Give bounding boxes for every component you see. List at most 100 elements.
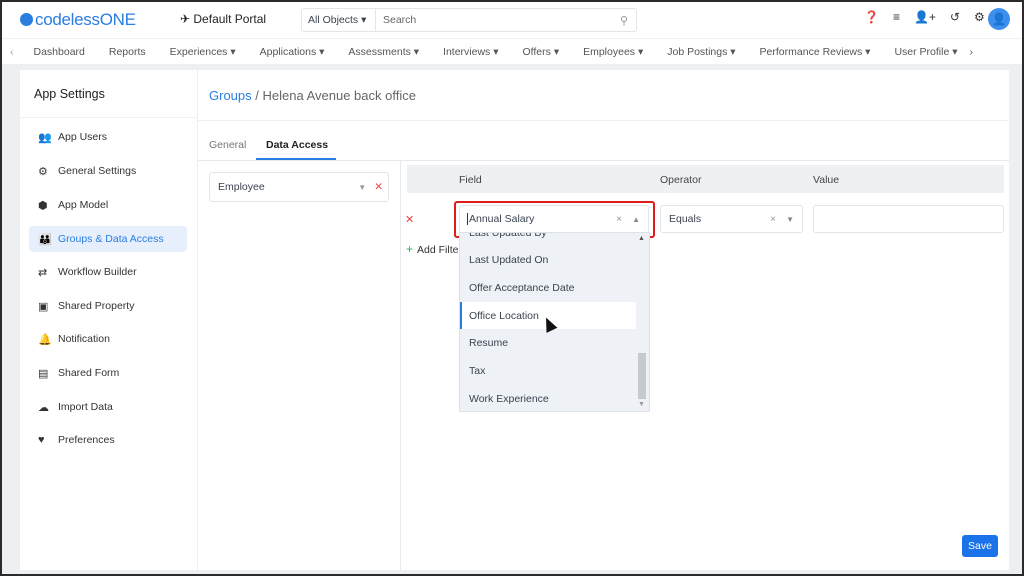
nav-job-postings[interactable]: Job Postings ▾ — [655, 46, 747, 58]
nav-interviews[interactable]: Interviews ▾ — [431, 46, 510, 58]
sidebar-item-shared-property[interactable]: ▣ Shared Property — [29, 293, 187, 319]
main-panel: Groups / Helena Avenue back office Gener… — [198, 70, 1009, 570]
divider — [198, 160, 1009, 161]
scroll-down-icon[interactable]: ▼ — [638, 401, 645, 408]
form-icon: ▤ — [38, 367, 49, 380]
gear-icon[interactable]: ⚙ — [974, 10, 985, 24]
column-value: Value — [813, 174, 840, 186]
sidebar-item-label: Groups & Data Access — [58, 233, 164, 245]
nav-applications[interactable]: Applications ▾ — [248, 46, 337, 58]
chevron-down-icon[interactable]: ▼ — [358, 183, 366, 192]
main-nav: ‹ Dashboard Reports Experiences ▾ Applic… — [2, 38, 1022, 64]
portal-switcher[interactable]: ✈ Default Portal — [180, 12, 266, 26]
breadcrumb-groups-link[interactable]: Groups — [209, 88, 252, 103]
dropdown-option[interactable]: Last Updated By — [460, 233, 636, 246]
nav-user-profile[interactable]: User Profile ▾ — [882, 46, 969, 58]
nav-dashboard[interactable]: Dashboard — [22, 46, 97, 58]
sidebar-item-groups-data-access[interactable]: 👪 Groups & Data Access — [29, 226, 187, 252]
nav-assessments[interactable]: Assessments ▾ — [336, 46, 431, 58]
dropdown-option[interactable]: Tax — [460, 357, 636, 384]
nav-experiences[interactable]: Experiences ▾ — [158, 46, 248, 58]
bell-icon: 🔔 — [38, 333, 52, 346]
hand-heart-icon: ♥ — [38, 434, 45, 446]
logo[interactable]: codelessONE — [20, 10, 136, 30]
sidebar-item-general-settings[interactable]: ⚙ General Settings — [29, 158, 187, 184]
divider — [198, 120, 1009, 121]
object-value: Employee — [218, 181, 265, 193]
add-user-icon[interactable]: 👤+ — [914, 10, 936, 24]
sidebar-item-label: Workflow Builder — [58, 266, 137, 278]
search-scope-select[interactable]: All Objects ▾ — [302, 9, 376, 31]
paper-plane-icon: ✈ — [180, 12, 194, 26]
column-operator: Operator — [660, 174, 702, 186]
search-bar: All Objects ▾ Search ⚲ — [301, 8, 637, 32]
nav-scroll-right[interactable]: › — [970, 46, 974, 58]
sidebar-item-label: Import Data — [58, 401, 113, 413]
divider — [400, 160, 401, 570]
portal-name: Default Portal — [193, 12, 267, 26]
chevron-down-icon[interactable]: ▼ — [786, 215, 794, 224]
sidebar-item-import-data[interactable]: ☁ Import Data — [29, 394, 187, 420]
add-filter-label: Add Filter — [417, 244, 462, 256]
scroll-up-icon[interactable]: ▲ — [638, 235, 645, 242]
operator-value: Equals — [669, 213, 702, 225]
breadcrumb-current: / Helena Avenue back office — [251, 88, 416, 103]
sidebar-item-notification[interactable]: 🔔 Notification — [29, 326, 187, 352]
sidebar-item-label: Shared Property — [58, 300, 135, 312]
sidebar-item-app-model[interactable]: ⬢ App Model — [29, 192, 187, 218]
gear-icon: ⚙ — [38, 165, 48, 178]
sidebar-title: App Settings — [34, 87, 105, 101]
sidebar-item-label: App Users — [58, 131, 108, 143]
tab-general[interactable]: General — [209, 139, 246, 151]
column-field: Field — [459, 174, 482, 186]
nav-performance-reviews[interactable]: Performance Reviews ▾ — [748, 46, 883, 58]
sidebar-item-app-users[interactable]: 👥 App Users — [29, 124, 187, 150]
dropdown-option[interactable]: Resume — [460, 329, 636, 356]
users-icon: 👥 — [38, 131, 52, 144]
operator-select[interactable]: Equals × ▼ — [660, 205, 803, 233]
avatar[interactable]: 👤 — [988, 8, 1010, 30]
scope-label: All Objects — [308, 14, 359, 26]
remove-object-icon[interactable]: ✕ — [374, 181, 383, 193]
plus-icon: + — [406, 242, 414, 256]
nav-offers[interactable]: Offers ▾ — [511, 46, 572, 58]
sidebar-item-shared-form[interactable]: ▤ Shared Form — [29, 360, 187, 386]
sidebar-item-label: Notification — [58, 333, 110, 345]
history-icon[interactable]: ↺ — [950, 10, 960, 24]
nav-employees[interactable]: Employees ▾ — [571, 46, 655, 58]
object-select[interactable]: Employee ▼ ✕ — [209, 172, 389, 202]
dropdown-option[interactable]: Last Updated On — [460, 246, 636, 273]
top-bar: codelessONE ✈ Default Portal All Objects… — [2, 2, 1022, 38]
clear-icon[interactable]: × — [770, 213, 776, 225]
sidebar-item-label: App Model — [58, 199, 109, 211]
search-input[interactable]: Search — [376, 14, 620, 26]
dropdown-option[interactable]: Work Experience — [460, 385, 636, 411]
breadcrumb: Groups / Helena Avenue back office — [209, 88, 416, 103]
dropdown-scrollbar[interactable] — [638, 353, 646, 399]
group-icon: 👪 — [38, 233, 52, 246]
filter-table-header: Field Operator Value — [407, 165, 1004, 193]
sidebar-item-label: General Settings — [58, 165, 137, 177]
search-icon[interactable]: ⚲ — [620, 14, 636, 27]
settings-sidebar: App Settings 👥 App Users ⚙ General Setting… — [20, 70, 197, 570]
nav-scroll-left[interactable]: ‹ — [2, 46, 22, 58]
nav-reports[interactable]: Reports — [97, 46, 158, 58]
dropdown-option[interactable]: Offer Acceptance Date — [460, 274, 636, 301]
cloud-upload-icon: ☁ — [38, 401, 49, 414]
box-icon: ▣ — [38, 300, 49, 313]
logo-text: codelessONE — [35, 10, 136, 29]
toolbar-icons: ❓ ≡ 👤+ ↺ ⚙ — [864, 10, 985, 24]
value-input[interactable] — [813, 205, 1004, 233]
help-icon[interactable]: ❓ — [864, 10, 879, 24]
sidebar-item-label: Preferences — [58, 434, 115, 446]
sidebar-item-workflow-builder[interactable]: ⇄ Workflow Builder — [29, 259, 187, 285]
cube-icon: ⬢ — [38, 199, 48, 212]
delete-row-icon[interactable]: ✕ — [405, 213, 414, 226]
sidebar-item-label: Shared Form — [58, 367, 120, 379]
divider — [20, 117, 197, 118]
save-button[interactable]: Save — [962, 535, 998, 557]
sidebar-item-preferences[interactable]: ♥ Preferences — [29, 427, 187, 453]
add-filter-button[interactable]: + Add Filter — [406, 242, 462, 256]
database-icon[interactable]: ≡ — [893, 10, 900, 24]
tab-data-access[interactable]: Data Access — [266, 139, 328, 151]
